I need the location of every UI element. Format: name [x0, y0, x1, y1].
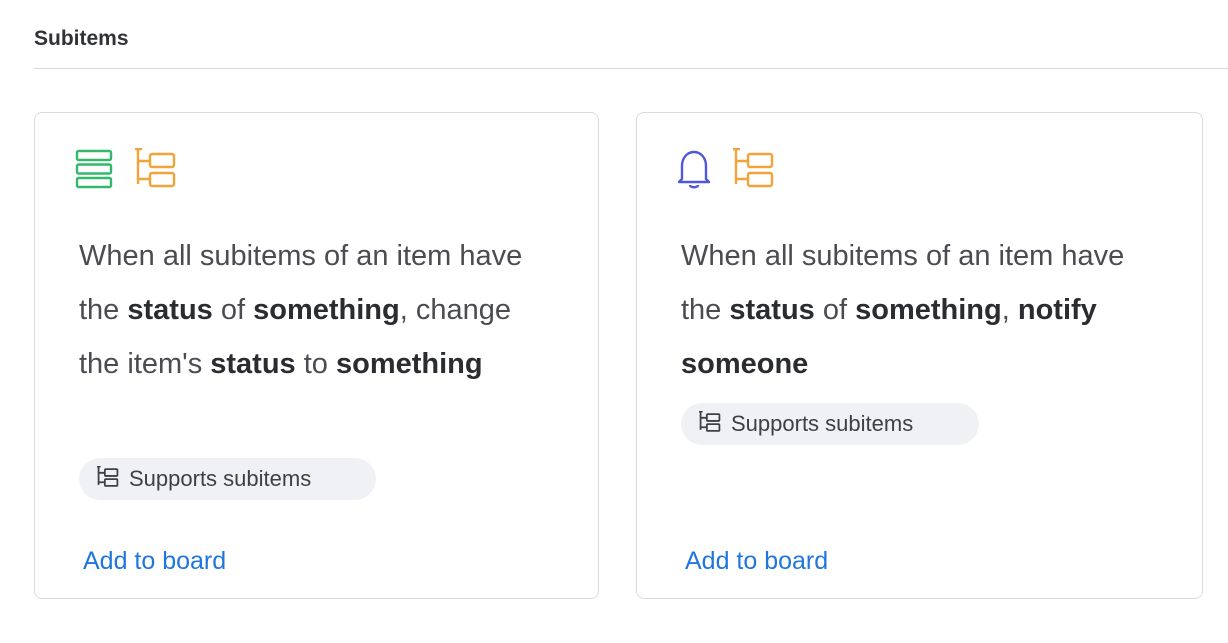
add-to-board-link[interactable]: Add to board: [83, 547, 226, 576]
status-field-token: status: [729, 294, 815, 326]
supports-subitems-badge: Supports subitems: [681, 403, 979, 445]
badge-label: Supports subitems: [129, 466, 312, 491]
recipe-card[interactable]: When all subitems of an item have the st…: [636, 112, 1203, 599]
badge-label: Supports subitems: [731, 411, 914, 436]
subitems-tree-icon: [97, 465, 119, 493]
section-title: Subitems: [34, 27, 129, 50]
subitems-tree-icon: [699, 410, 721, 438]
bell-icon: [677, 148, 711, 190]
subitems-tree-icon: [733, 148, 775, 190]
recipe-icons: [75, 148, 177, 190]
recipe-icons: [677, 148, 775, 190]
value-token: something: [253, 294, 400, 326]
recipe-sentence: When all subitems of an item have the st…: [79, 240, 523, 380]
subitems-tree-icon: [135, 148, 177, 190]
recipe-card[interactable]: When all subitems of an item have the st…: [34, 112, 599, 599]
section-divider: [34, 68, 1228, 69]
supports-subitems-badge: Supports subitems: [79, 458, 376, 500]
recipe-sentence: When all subitems of an item have the st…: [681, 240, 1125, 380]
add-to-board-link[interactable]: Add to board: [685, 547, 828, 576]
table-rows-icon: [75, 149, 113, 189]
status-field-token: status: [210, 348, 296, 380]
status-field-token: status: [127, 294, 213, 326]
value-token: something: [336, 348, 483, 380]
subitems-section: Subitems When all subitems of an item ha…: [0, 0, 1228, 643]
value-token: something: [855, 294, 1002, 326]
